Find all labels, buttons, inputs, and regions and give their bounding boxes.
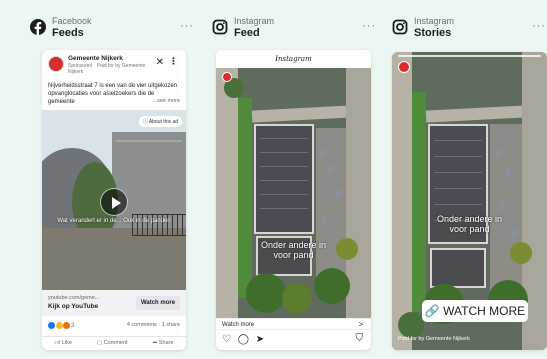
account-avatar[interactable] [398, 61, 410, 73]
comment-button[interactable]: ▢ Comment [97, 340, 128, 348]
story-progress-bar [398, 55, 541, 57]
story-overlay-text: Onder andere in voor pand [392, 214, 547, 234]
placement-label: Stories [414, 27, 452, 39]
instagram-feed-column: Instagram Feed ··· Instagram Onder ander… [210, 0, 380, 359]
like-button[interactable]: 👍︎ Like [55, 340, 72, 348]
sponsored-label: Sponsored · Paid for by Gemeente Nijkerk [68, 63, 146, 75]
thumbs-up-icon: 👍︎ [54, 340, 62, 346]
more-options-icon[interactable]: ··· [180, 20, 194, 32]
share-button[interactable]: ➦ Share [153, 340, 174, 348]
play-icon[interactable] [100, 188, 128, 216]
watch-more-sticker[interactable]: 🔗 WATCH MORE [422, 300, 528, 322]
overlay-line: voor pand [449, 224, 490, 234]
photo-overlay-text: Onder andere in voor pand [216, 240, 371, 260]
engagement-stats[interactable]: 4 comments · 1 share [127, 322, 180, 328]
like-reaction-icon [48, 322, 55, 329]
instagram-logo: Instagram [275, 55, 312, 63]
post-options-icon[interactable]: ⋮ [169, 56, 178, 67]
angry-reaction-icon [63, 322, 71, 329]
column-header: Facebook Feeds ··· [28, 16, 198, 42]
paid-for-label: Paid for by Gemeente Nijkerk [398, 336, 470, 342]
watch-more-button[interactable]: Watch more [136, 296, 180, 310]
overlay-line: Onder andere in [260, 240, 327, 250]
more-options-icon[interactable]: ··· [362, 20, 376, 32]
placement-label: Feeds [52, 27, 84, 39]
account-avatar[interactable] [222, 72, 232, 82]
facebook-ad-preview: Gemeente Nijkerk Sponsored · Paid for by… [42, 50, 186, 350]
chevron-right-icon: > [358, 320, 363, 329]
story-photo[interactable]: Onder andere in voor pand 🔗 WATCH MORE P… [392, 52, 547, 350]
comment-label: Comment [103, 340, 128, 346]
bookmark-icon[interactable]: ⛉ [356, 333, 364, 344]
platform-label: Instagram [414, 16, 455, 26]
facebook-feeds-column: Facebook Feeds ··· Gemeente Nijkerk Spon… [28, 0, 198, 359]
instagram-icon [392, 19, 408, 35]
more-options-icon[interactable]: ··· [532, 20, 546, 32]
column-header: Instagram Feed ··· [210, 16, 380, 42]
overlay-line: voor pand [273, 250, 314, 260]
platform-label: Instagram [234, 16, 275, 26]
ad-photo[interactable]: Onder andere in voor pand [216, 68, 371, 318]
post-action-icons[interactable]: ♡ ◯ ➤ [222, 334, 266, 345]
instagram-icon [212, 19, 228, 35]
close-icon[interactable]: ✕ [156, 57, 164, 68]
placement-label: Feed [234, 27, 260, 39]
link-title: Kijk op YouTube [48, 303, 99, 310]
link-preview[interactable]: youtube.com/geme... Kijk op YouTube Watc… [42, 290, 186, 316]
overlay-line: Onder andere in [436, 214, 503, 224]
ad-video[interactable]: ⓘ About this ad Wat verandert er in de..… [42, 110, 186, 290]
share-label: Share [158, 340, 174, 346]
reactions-count: 3 [71, 323, 75, 330]
instagram-feed-preview: Instagram Onder andere in voor pand Watc… [216, 50, 371, 350]
platform-label: Facebook [52, 16, 92, 26]
post-actions: 👍︎ Like ▢ Comment ➦ Share [42, 336, 186, 348]
about-ad-label: About this ad [148, 119, 178, 125]
ad-preview-page: { "columns": [ {"platform": "Facebook", … [0, 0, 547, 359]
page-name[interactable]: Gemeente Nijkerk [68, 55, 123, 62]
reactions-summary[interactable]: 3 [48, 322, 74, 329]
like-label: Like [61, 340, 72, 346]
cta-label: Watch more [222, 322, 255, 328]
haha-reaction-icon [55, 322, 63, 329]
instagram-stories-column: Instagram Stories ··· Onder andere in vo… [390, 0, 547, 359]
link-domain: youtube.com/geme... [48, 295, 100, 301]
column-header: Instagram Stories ··· [390, 16, 547, 42]
see-more-link[interactable]: ...see more [152, 98, 180, 104]
page-avatar[interactable] [48, 56, 64, 72]
comment-icon: ▢ [96, 340, 104, 346]
about-this-ad-button[interactable]: ⓘ About this ad [138, 116, 182, 127]
facebook-icon [30, 19, 46, 35]
instagram-stories-preview: Onder andere in voor pand 🔗 WATCH MORE P… [392, 52, 547, 350]
watch-more-button[interactable]: Watch more > [216, 318, 371, 330]
video-overlay-text: Wat verandert er in de... Ook in de pand… [57, 218, 171, 224]
